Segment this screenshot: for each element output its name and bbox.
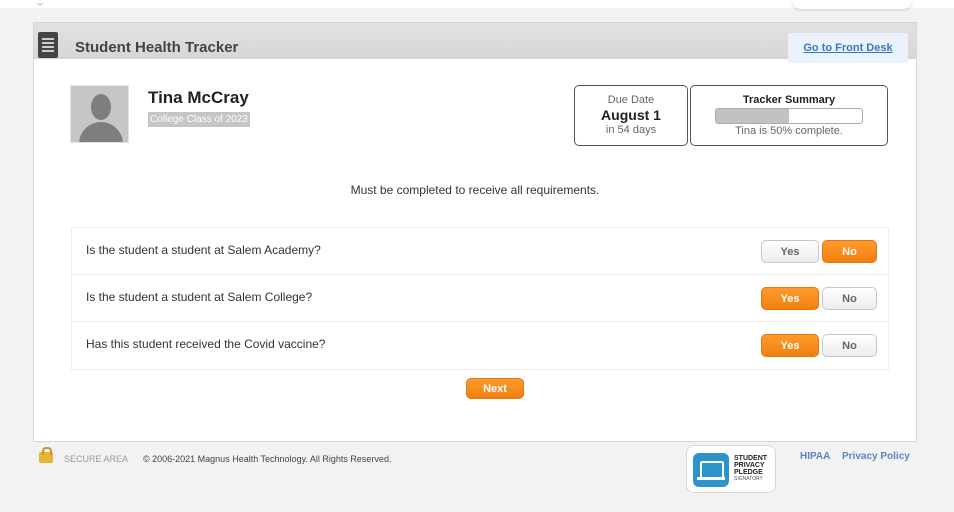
progress-status: Tina is 50% complete. (735, 125, 843, 137)
progress-bar (715, 108, 863, 124)
yes-button[interactable]: Yes (761, 287, 819, 310)
pledge-line: PLEDGE (734, 469, 763, 476)
pledge-line: STUDENT (734, 455, 768, 462)
privacy-policy-link[interactable]: Privacy Policy (842, 451, 910, 462)
yes-button[interactable]: Yes (761, 240, 819, 263)
secure-area-label: SECURE AREA (64, 454, 129, 464)
question-text: Has this student received the Covid vacc… (86, 337, 326, 351)
no-button[interactable]: No (822, 240, 877, 263)
person-silhouette-icon (91, 94, 111, 120)
hipaa-link[interactable]: HIPAA (800, 451, 830, 462)
yes-button[interactable]: Yes (761, 334, 819, 357)
student-privacy-pledge-badge[interactable]: STUDENT PRIVACY PLEDGE SIGNATORY (686, 445, 776, 493)
question-row: Is the student a student at Salem Colleg… (72, 275, 888, 322)
progress-fill (716, 109, 789, 123)
top-tab (792, 0, 912, 9)
question-text: Is the student a student at Salem Academ… (86, 243, 321, 257)
due-date-box: Due Date August 1 in 54 days (574, 85, 688, 146)
tracker-summary-title: Tracker Summary (742, 94, 836, 106)
avatar (70, 85, 129, 143)
due-remaining: in 54 days (605, 124, 657, 136)
document-icon (38, 32, 58, 58)
laptop-icon (693, 453, 729, 487)
requirements-notice: Must be completed to receive all require… (350, 183, 600, 197)
pledge-line: PRIVACY (734, 462, 765, 469)
question-row: Is the student a student at Salem Academ… (72, 228, 888, 275)
class-badge: College Class of 2023 (148, 112, 250, 127)
tracker-summary-box: Tracker Summary Tina is 50% complete. (690, 85, 888, 146)
due-date-value: August 1 (601, 107, 661, 123)
go-to-front-desk-link[interactable]: Go to Front Desk (788, 33, 908, 63)
next-button[interactable]: Next (466, 378, 524, 399)
copyright-text: © 2006-2021 Magnus Health Technology. Al… (143, 454, 392, 464)
no-button[interactable]: No (822, 287, 877, 310)
no-button[interactable]: No (822, 334, 877, 357)
tracker-panel: Student Health Tracker Go to Front Desk … (33, 22, 917, 442)
avatar-body (79, 122, 123, 142)
question-list: Is the student a student at Salem Academ… (71, 227, 889, 370)
question-row: Has this student received the Covid vacc… (72, 322, 888, 369)
lock-icon (39, 447, 53, 463)
student-name: Tina McCray (148, 88, 249, 107)
due-date-label: Due Date (607, 94, 655, 106)
pledge-text: STUDENT PRIVACY PLEDGE SIGNATORY (734, 455, 767, 483)
question-text: Is the student a student at Salem Colleg… (86, 290, 313, 304)
page-title: Student Health Tracker (75, 39, 239, 56)
pledge-line: SIGNATORY (734, 476, 763, 482)
